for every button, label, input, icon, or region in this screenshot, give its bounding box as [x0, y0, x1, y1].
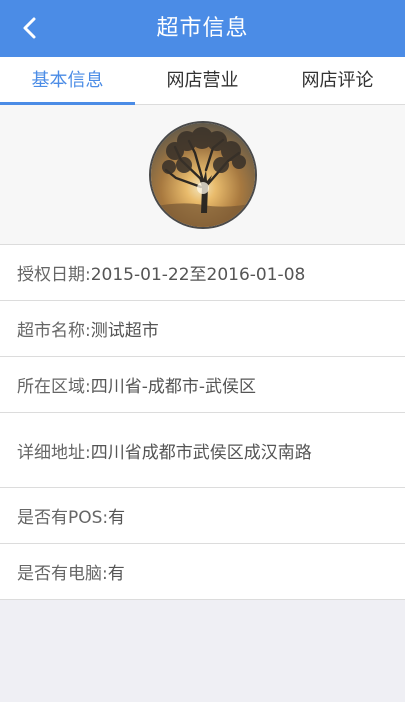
page-title: 超市信息	[156, 16, 249, 41]
store-name-label: 超市名称:	[17, 321, 91, 341]
address-value: 四川省成都市武侯区成汉南路	[90, 442, 312, 463]
pos-label: 是否有POS:	[17, 508, 109, 528]
address-label: 详细地址:	[17, 442, 91, 463]
tab-bar: 基本信息 网店营业 网店评论	[0, 57, 405, 105]
computer-label: 是否有电脑:	[17, 564, 108, 584]
navigation-bar: 超市信息	[0, 0, 405, 57]
authorization-date-row: 授权日期: 2015-01-22至2016-01-08	[0, 245, 405, 301]
pos-value: 有	[108, 508, 126, 528]
pos-row: 是否有POS: 有	[0, 488, 405, 544]
store-name-value: 测试超市	[90, 321, 159, 341]
app-screen: 超市信息 基本信息 网店营业 网店评论 授权日期: 2015-01-22至201…	[0, 0, 405, 702]
avatar[interactable]	[148, 120, 257, 229]
address-row: 详细地址: 四川省成都市武侯区成汉南路	[0, 413, 405, 488]
region-label: 所在区域:	[17, 377, 91, 397]
store-name-row: 超市名称: 测试超市	[0, 301, 405, 357]
region-value: 四川省-成都市-武侯区	[90, 377, 257, 397]
tab-store-business[interactable]: 网店营业	[135, 57, 270, 104]
tree-sunset-avatar	[150, 122, 255, 227]
region-row: 所在区域: 四川省-成都市-武侯区	[0, 357, 405, 413]
computer-row: 是否有电脑: 有	[0, 544, 405, 600]
tab-store-reviews[interactable]: 网店评论	[270, 57, 405, 104]
authorization-date-label: 授权日期:	[17, 265, 91, 285]
avatar-section	[0, 105, 405, 245]
computer-value: 有	[107, 564, 125, 584]
authorization-date-value: 2015-01-22至2016-01-08	[90, 265, 306, 285]
store-info-list: 授权日期: 2015-01-22至2016-01-08 超市名称: 测试超市 所…	[0, 245, 405, 600]
tab-basic-info[interactable]: 基本信息	[0, 57, 135, 105]
